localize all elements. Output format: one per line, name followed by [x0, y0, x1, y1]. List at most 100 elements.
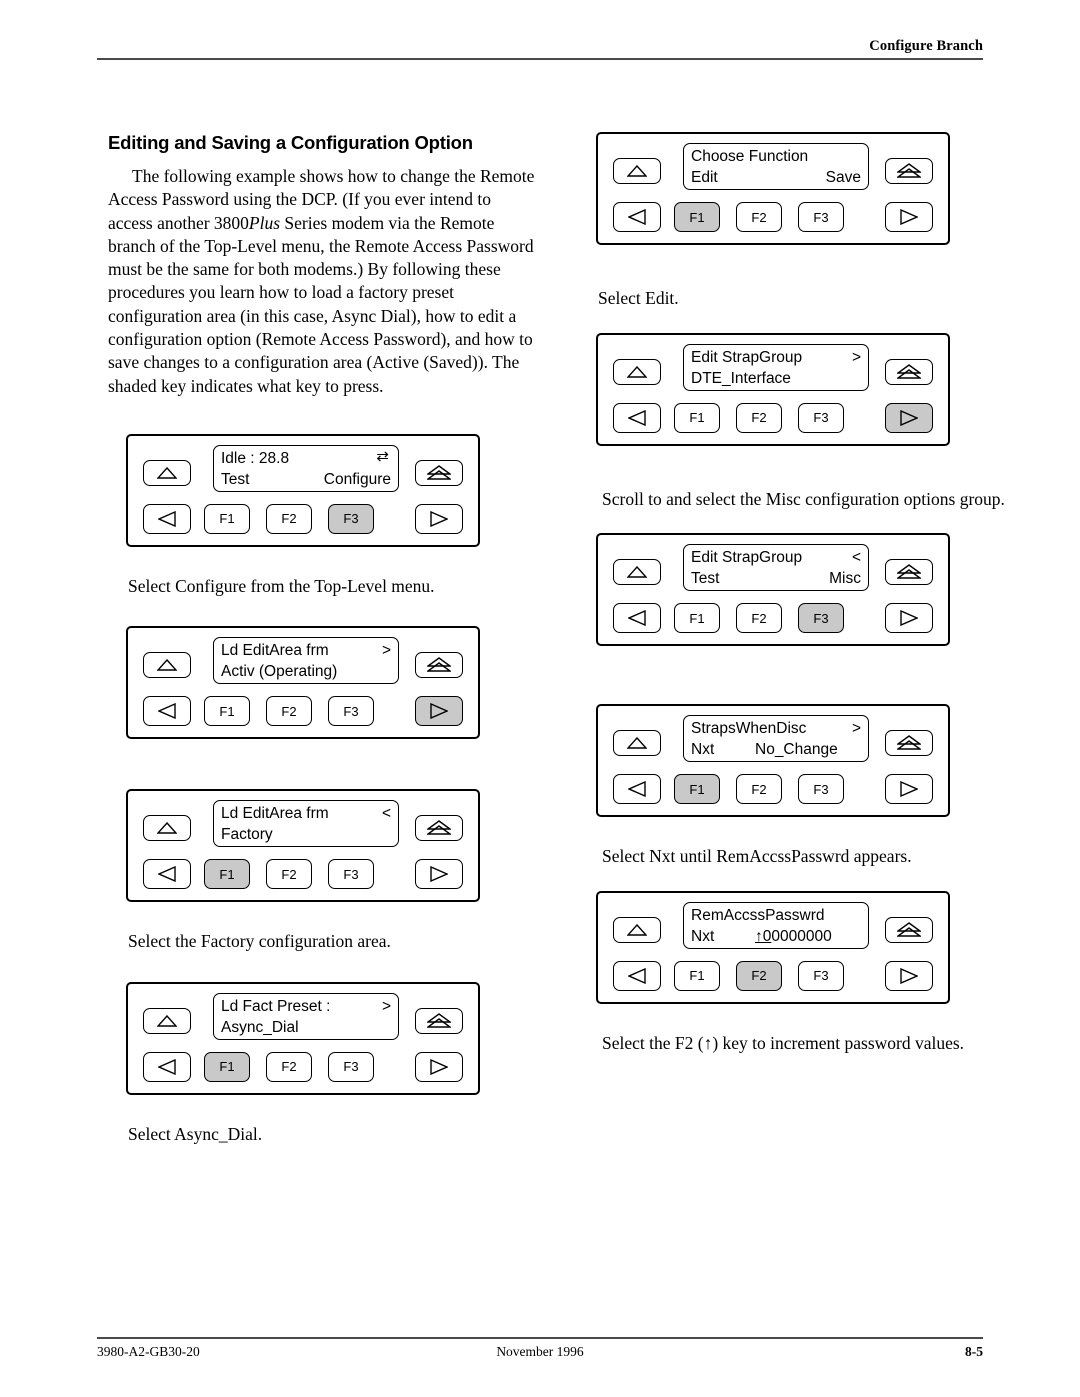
lcd-line1-right: >	[851, 720, 861, 737]
triangle-right-icon[interactable]	[885, 402, 933, 433]
lcd-line2-left: Nxt	[691, 927, 715, 945]
f3-key[interactable]: F3	[798, 960, 844, 991]
lcd-line-1: StrapsWhenDisc >	[691, 718, 868, 739]
f2-key[interactable]: F2	[266, 696, 312, 727]
triangle-up-icon[interactable]	[613, 358, 661, 385]
triangle-right-icon[interactable]	[885, 603, 933, 633]
triangle-up-icon[interactable]	[143, 815, 191, 842]
lcd-line-2: Test Misc	[691, 568, 868, 589]
double-triangle-up-icon[interactable]	[885, 916, 933, 943]
triangle-right-icon[interactable]	[885, 202, 933, 232]
triangle-right-icon[interactable]	[415, 859, 463, 890]
lcd-line1-left: Edit StrapGroup	[691, 549, 803, 566]
footer-date: November 1996	[496, 1344, 584, 1359]
page-title: Editing and Saving a Configuration Optio…	[108, 132, 473, 153]
lcd-line1-left: Idle : 28.8	[221, 449, 290, 467]
f2-key[interactable]: F2	[736, 960, 782, 991]
triangle-left-icon[interactable]	[613, 603, 661, 633]
f2-key[interactable]: F2	[266, 503, 312, 534]
f1-key[interactable]: F1	[674, 603, 720, 633]
triangle-left-icon[interactable]	[143, 859, 191, 890]
dcp-panel-edit-strapgroup-dte: Edit StrapGroup > DTE_Interface F1 F2 F3	[596, 332, 950, 446]
lcd-display: Ld EditArea frm > Activ (Operating)	[213, 637, 399, 685]
lcd-line2-right: Save	[825, 169, 861, 186]
f3-key[interactable]: F3	[328, 696, 374, 727]
f3-key[interactable]: F3	[798, 774, 844, 804]
intro-italic: Plus	[248, 212, 281, 233]
double-triangle-up-icon[interactable]	[885, 358, 933, 385]
lcd-line-1: Idle : 28.8 ⇄	[221, 448, 398, 469]
f3-key[interactable]: F3	[328, 503, 374, 534]
triangle-right-icon[interactable]	[415, 503, 463, 534]
f2-key[interactable]: F2	[266, 1051, 312, 1082]
triangle-up-icon[interactable]	[143, 652, 191, 679]
triangle-left-icon[interactable]	[143, 1051, 191, 1082]
f1-key[interactable]: F1	[674, 402, 720, 433]
lcd-display: Ld Fact Preset : > Async_Dial	[213, 992, 399, 1040]
lcd-line-2: Nxt ↑00000000	[691, 926, 868, 947]
header-rule	[97, 58, 983, 60]
double-triangle-up-icon[interactable]	[415, 652, 463, 679]
triangle-right-icon[interactable]	[415, 696, 463, 727]
triangle-left-icon[interactable]	[613, 402, 661, 433]
f2-key[interactable]: F2	[736, 603, 782, 633]
f2-key[interactable]: F2	[266, 859, 312, 890]
intro-part2: Series modem via the Remote branch of th…	[108, 212, 534, 396]
lcd-line2-center: No_Change	[755, 741, 838, 758]
double-triangle-up-icon[interactable]	[885, 730, 933, 756]
triangle-left-icon[interactable]	[613, 202, 661, 232]
triangle-up-icon[interactable]	[143, 1007, 191, 1034]
double-triangle-up-icon[interactable]	[415, 1007, 463, 1034]
double-triangle-up-icon[interactable]	[415, 815, 463, 842]
triangle-left-icon[interactable]	[613, 774, 661, 804]
triangle-left-icon[interactable]	[143, 503, 191, 534]
f1-key[interactable]: F1	[204, 503, 250, 534]
triangle-right-icon[interactable]	[885, 960, 933, 991]
f3-key[interactable]: F3	[328, 859, 374, 890]
password-value: ↑00000000	[755, 926, 832, 947]
f3-key[interactable]: F3	[798, 202, 844, 232]
f1-key[interactable]: F1	[204, 696, 250, 727]
triangle-up-icon[interactable]	[613, 730, 661, 756]
triangle-up-icon[interactable]	[613, 916, 661, 943]
lcd-line-2: Activ (Operating)	[221, 661, 398, 682]
f1-key[interactable]: F1	[204, 1051, 250, 1082]
lcd-line1-left: Ld Fact Preset :	[221, 997, 331, 1015]
password-cursor-digit: ↑0	[755, 927, 772, 945]
triangle-up-icon[interactable]	[613, 559, 661, 585]
f1-key[interactable]: F1	[674, 202, 720, 232]
f3-key[interactable]: F3	[328, 1051, 374, 1082]
f3-key[interactable]: F3	[798, 603, 844, 633]
double-triangle-up-icon[interactable]	[415, 459, 463, 486]
page-footer: 3980-A2-GB30-20 November 1996 8-5	[97, 1337, 983, 1364]
f1-key[interactable]: F1	[674, 774, 720, 804]
f2-key[interactable]: F2	[736, 202, 782, 232]
f2-key[interactable]: F2	[736, 774, 782, 804]
triangle-right-icon[interactable]	[415, 1051, 463, 1082]
dcp-panel-choose-function: Choose Function Edit Save F1 F2 F3	[596, 132, 950, 245]
lcd-line1-left: Choose Function	[691, 148, 809, 165]
footer-rule	[97, 1337, 983, 1339]
lcd-line-2: Edit Save	[691, 167, 868, 188]
double-triangle-up-icon[interactable]	[885, 158, 933, 184]
triangle-up-icon[interactable]	[143, 459, 191, 486]
lcd-line1-left: RemAccssPasswrd	[691, 906, 825, 924]
dcp-panel-ld-fact-preset: Ld Fact Preset : > Async_Dial F1 F2 F3	[126, 981, 480, 1095]
triangle-up-icon[interactable]	[613, 158, 661, 184]
triangle-right-icon[interactable]	[885, 774, 933, 804]
double-triangle-up-icon[interactable]	[885, 559, 933, 585]
lcd-line2-left: Test	[691, 570, 720, 587]
lcd-line1-right: >	[381, 642, 391, 660]
f1-key[interactable]: F1	[674, 960, 720, 991]
lcd-line1-left: StrapsWhenDisc	[691, 720, 807, 737]
lcd-line1-right: >	[851, 348, 861, 366]
f3-key[interactable]: F3	[798, 402, 844, 433]
triangle-left-icon[interactable]	[143, 696, 191, 727]
left-column: Editing and Saving a Configuration Optio…	[108, 132, 538, 1146]
dcp-panel-rem-accss-passwrd: RemAccssPasswrd Nxt ↑00000000 F1 F2 F3	[596, 890, 950, 1004]
f1-key[interactable]: F1	[204, 859, 250, 890]
lcd-line1-left: Ld EditArea frm	[221, 805, 329, 823]
triangle-left-icon[interactable]	[613, 960, 661, 991]
lcd-line-1: Choose Function	[691, 146, 868, 167]
f2-key[interactable]: F2	[736, 402, 782, 433]
